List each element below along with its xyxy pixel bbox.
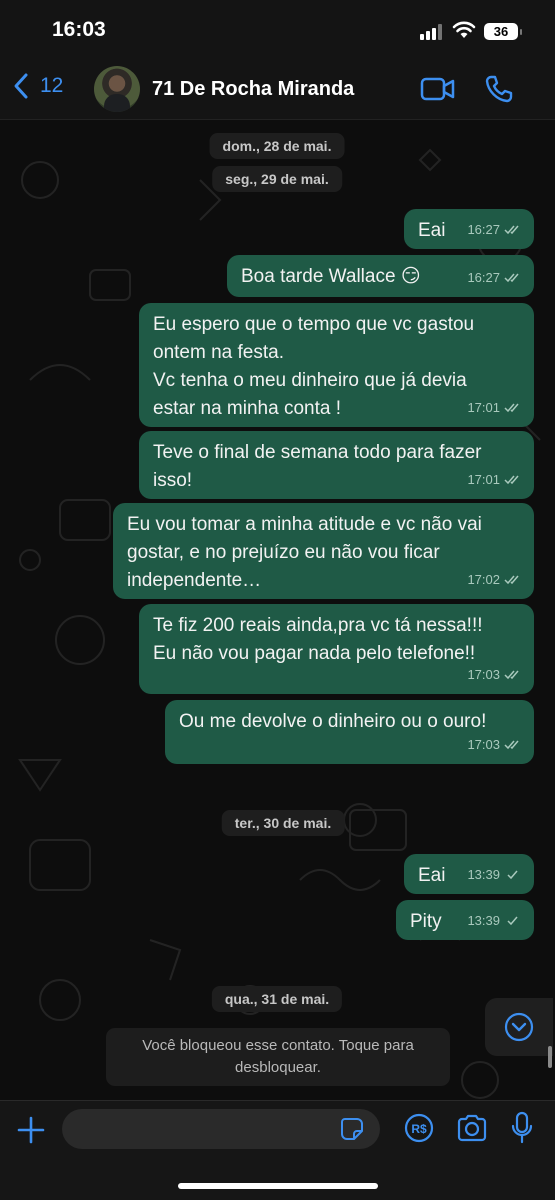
read-receipt-icon [504, 403, 519, 413]
svg-text:R$: R$ [411, 1122, 427, 1136]
phone-call-icon[interactable] [484, 74, 514, 104]
message-bubble[interactable]: Eai 16:27 [404, 209, 534, 249]
battery-icon: 36 [484, 23, 522, 40]
camera-icon[interactable] [456, 1113, 488, 1143]
message-time: 17:02 [467, 572, 500, 587]
status-bar: 16:03 36 [0, 0, 555, 58]
message-bubble[interactable]: Te fiz 200 reais ainda,pra vc tá nessa!!… [139, 604, 534, 694]
scroll-down-icon [504, 1012, 534, 1042]
message-bubble[interactable]: Eai 13:39 [404, 854, 534, 894]
message-time: 13:39 [467, 913, 500, 928]
date-separator: seg., 29 de mai. [212, 166, 342, 192]
payment-icon[interactable]: R$ [404, 1113, 434, 1143]
contact-name[interactable]: 71 De Rocha Miranda [152, 78, 354, 101]
message-bubble[interactable]: Eu vou tomar a minha atitude e vc não va… [113, 503, 534, 599]
message-input-bar: R$ [0, 1100, 555, 1200]
date-separator: qua., 31 de mai. [211, 986, 343, 1012]
message-bubble[interactable]: Teve o final de semana todo para fazer i… [139, 431, 534, 499]
video-call-icon[interactable] [420, 76, 456, 102]
cellular-signal-icon [420, 24, 444, 40]
message-text: Teve o final de semana todo para fazer i… [153, 442, 482, 491]
read-receipt-icon [504, 475, 519, 485]
message-bubble[interactable]: Eu espero que o tempo que vc gastou onte… [139, 303, 534, 427]
home-indicator[interactable] [178, 1183, 378, 1189]
read-receipt-icon [504, 740, 519, 750]
contact-avatar[interactable] [94, 66, 140, 112]
back-button[interactable]: 12 [12, 72, 63, 100]
message-bubble[interactable]: Pity 13:39 [396, 900, 534, 940]
message-bubble[interactable]: Ou me devolve o dinheiro ou o ouro! 17:0… [165, 700, 534, 764]
plus-icon[interactable] [16, 1115, 46, 1145]
back-chevron-icon [14, 73, 28, 99]
message-text: Eu espero que o tempo que vc gastou onte… [153, 314, 475, 419]
date-separator: dom., 28 de mai. [209, 133, 345, 159]
scrollbar[interactable] [548, 1046, 552, 1068]
message-bubble[interactable]: Boa tarde Wallace 😏 16:27 [227, 255, 534, 297]
read-receipt-icon [504, 670, 519, 680]
unread-count: 12 [40, 74, 64, 97]
scroll-to-bottom-button[interactable] [485, 998, 553, 1056]
date-separator: ter., 30 de mai. [221, 810, 345, 836]
message-time: 17:01 [467, 472, 500, 487]
sent-check-icon [507, 870, 518, 880]
message-time: 16:27 [467, 270, 500, 285]
read-receipt-icon [504, 273, 519, 283]
message-text: Te fiz 200 reais ainda,pra vc tá nessa!!… [153, 615, 483, 664]
blocked-notice-text: Você bloqueou esse contato. Toque para d… [142, 1037, 414, 1076]
message-text: Eu vou tomar a minha atitude e vc não va… [127, 514, 482, 591]
message-time: 17:03 [467, 667, 500, 682]
microphone-icon[interactable] [510, 1111, 534, 1145]
read-receipt-icon [504, 225, 519, 235]
message-time: 17:01 [467, 400, 500, 415]
chat-header: 12 71 De Rocha Miranda [0, 58, 555, 120]
message-input[interactable] [62, 1109, 380, 1149]
status-time: 16:03 [52, 18, 106, 41]
read-receipt-icon [504, 575, 519, 585]
message-time: 13:39 [467, 867, 500, 882]
sticker-icon[interactable] [340, 1117, 364, 1141]
chat-area[interactable]: dom., 28 de mai. seg., 29 de mai. Eai 16… [0, 120, 555, 1100]
message-time: 16:27 [467, 222, 500, 237]
wifi-icon [452, 21, 476, 38]
message-time: 17:03 [467, 737, 500, 752]
blocked-contact-notice[interactable]: Você bloqueou esse contato. Toque para d… [106, 1028, 450, 1086]
sent-check-icon [507, 916, 518, 926]
